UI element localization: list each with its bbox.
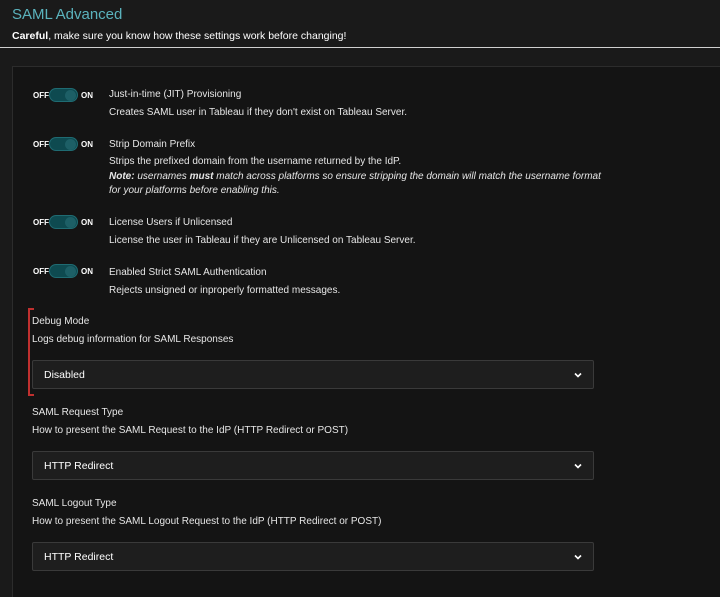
header-divider [0, 47, 720, 48]
toggle-knob [65, 266, 76, 277]
toggle-off-label: OFF [33, 218, 49, 227]
toggle-off-label: OFF [33, 267, 49, 276]
chevron-down-icon [574, 463, 582, 469]
debug-mode-label: Debug Mode [32, 316, 90, 327]
setting-name: Just-in-time (JIT) Provisioning [109, 89, 242, 100]
toggle-knob [65, 90, 76, 101]
setting-name: License Users if Unlicensed [109, 217, 233, 228]
strip-domain-prefix-toggle[interactable] [49, 137, 78, 151]
jit-provisioning-toggle[interactable] [49, 88, 78, 102]
toggle-off-label: OFF [33, 91, 49, 100]
note-pre: usernames [134, 170, 190, 182]
saml-logout-type-label: SAML Logout Type [32, 498, 117, 509]
debug-mode-desc: Logs debug information for SAML Response… [32, 334, 234, 345]
warning-text: Careful, make sure you know how these se… [12, 30, 346, 42]
modified-marker-top [28, 308, 34, 310]
chevron-down-icon [574, 372, 582, 378]
modified-marker [28, 308, 30, 396]
saml-request-type-desc: How to present the SAML Request to the I… [32, 425, 349, 436]
note-label: Note: [109, 170, 135, 182]
debug-mode-select[interactable]: Disabled [32, 360, 594, 389]
toggle-on-label: ON [81, 140, 93, 149]
saml-request-type-label: SAML Request Type [32, 407, 124, 418]
page-title: SAML Advanced [12, 6, 123, 23]
toggle-off-label: OFF [33, 140, 49, 149]
settings-panel: OFF ON Just-in-time (JIT) Provisioning C… [12, 66, 720, 597]
toggle-on-label: ON [81, 267, 93, 276]
saml-request-type-value: HTTP Redirect [44, 460, 114, 472]
toggle-knob [65, 139, 76, 150]
setting-desc: License the user in Tableau if they are … [109, 235, 416, 246]
setting-desc: Rejects unsigned or inproperly formatted… [109, 285, 341, 296]
warning-bold: Careful [12, 30, 49, 42]
toggle-knob [65, 217, 76, 228]
setting-desc: Strips the prefixed domain from the user… [109, 155, 609, 199]
note-bold: must [189, 170, 214, 182]
setting-desc-text: Strips the prefixed domain from the user… [109, 156, 402, 167]
debug-mode-value: Disabled [44, 369, 85, 381]
saml-logout-type-select[interactable]: HTTP Redirect [32, 542, 594, 571]
setting-note: Note: usernames must match across platfo… [109, 170, 609, 199]
setting-desc: Creates SAML user in Tableau if they don… [109, 107, 408, 118]
page-header: SAML Advanced Careful, make sure you kno… [0, 0, 720, 48]
setting-name: Enabled Strict SAML Authentication [109, 267, 267, 278]
warning-rest: , make sure you know how these settings … [48, 30, 347, 42]
chevron-down-icon [574, 554, 582, 560]
toggle-on-label: ON [81, 218, 93, 227]
toggle-on-label: ON [81, 91, 93, 100]
strict-saml-toggle[interactable] [49, 264, 78, 278]
license-users-toggle[interactable] [49, 215, 78, 229]
saml-logout-type-value: HTTP Redirect [44, 551, 114, 563]
saml-logout-type-desc: How to present the SAML Logout Request t… [32, 516, 382, 527]
saml-request-type-select[interactable]: HTTP Redirect [32, 451, 594, 480]
modified-marker-bottom [28, 394, 34, 396]
setting-name: Strip Domain Prefix [109, 139, 196, 150]
